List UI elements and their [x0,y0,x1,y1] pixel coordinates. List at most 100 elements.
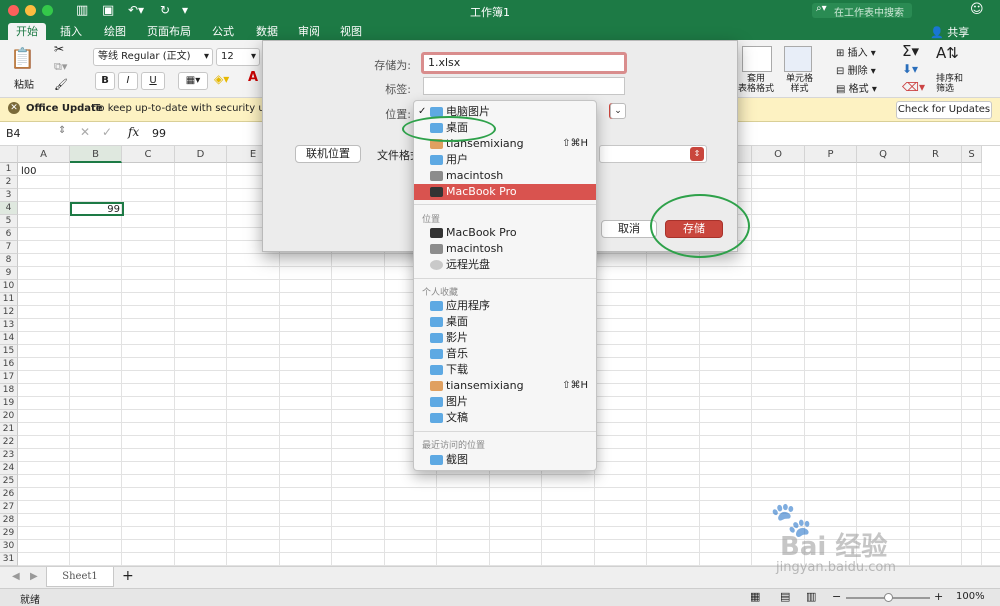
menu-item-downloads[interactable]: 下载 [414,362,596,378]
insert-cells-button[interactable]: ⊞ 插入 ▾ [836,44,876,59]
row-header[interactable]: 1 [0,163,18,176]
confirm-entry-icon[interactable]: ✓ [102,125,112,139]
fill-color-icon[interactable]: ◈▾ [214,72,229,86]
customize-toolbar-icon[interactable]: ▾ [182,3,188,17]
row-header[interactable]: 2 [0,176,18,189]
row-header[interactable]: 21 [0,423,18,436]
prev-sheet-icon[interactable]: ◀ [12,571,20,582]
menu-item-music[interactable]: 音乐 [414,346,596,362]
online-locations-button[interactable]: 联机位置 [295,145,361,163]
underline-button[interactable]: U [141,72,165,90]
table-format-label[interactable]: 套用 表格格式 [738,74,774,94]
formula-input[interactable]: 99 [152,127,166,140]
autosum-icon[interactable]: Σ▾ [902,42,919,60]
redo-icon[interactable]: ↻ [160,3,170,17]
minimize-window-button[interactable] [25,5,36,16]
row-header[interactable]: 5 [0,215,18,228]
row-header[interactable]: 9 [0,267,18,280]
menu-item-macbook-pro-highlighted[interactable]: MacBook Pro [414,184,596,200]
row-header[interactable]: 25 [0,475,18,488]
function-icon[interactable]: fx [128,125,139,139]
menu-item-movies[interactable]: 影片 [414,330,596,346]
check-updates-button[interactable]: Check for Updates [896,101,992,119]
table-format-icon[interactable] [742,46,772,72]
column-header[interactable]: P [805,146,857,163]
row-header[interactable]: 27 [0,501,18,514]
sort-filter-label[interactable]: 排序和 筛选 [936,74,963,94]
format-painter-icon[interactable]: 🖌 [54,78,68,91]
font-size-select[interactable]: 12 ▾ [216,48,260,66]
cut-icon[interactable]: ✂ [54,42,64,56]
paste-icon[interactable]: 📋 [10,46,35,70]
cancel-button[interactable]: 取消 [601,220,657,238]
row-header[interactable]: 29 [0,527,18,540]
selected-cell-B4[interactable]: 99 [70,202,124,216]
tab-formulas[interactable]: 公式 [204,23,242,40]
row-header[interactable]: 16 [0,358,18,371]
cell-style-icon[interactable] [784,46,812,72]
row-header[interactable]: 28 [0,514,18,527]
menu-item-documents[interactable]: 文稿 [414,410,596,426]
row-header[interactable]: 11 [0,293,18,306]
next-sheet-icon[interactable]: ▶ [30,571,38,582]
zoom-out-icon[interactable]: − [832,590,841,603]
search-box[interactable]: ⌕▾ 在工作表中搜索 [812,3,912,19]
copy-icon[interactable]: ⧉▾ [54,60,67,74]
row-header[interactable]: 23 [0,449,18,462]
normal-view-icon[interactable]: ▦ [750,590,760,603]
italic-button[interactable]: I [118,72,138,90]
column-header[interactable]: O [752,146,805,163]
tab-insert[interactable]: 插入 [52,23,90,40]
row-header[interactable]: 4 [0,202,18,215]
borders-button[interactable]: ▦▾ [178,72,208,90]
column-header[interactable]: B [70,146,122,163]
row-header[interactable]: 13 [0,319,18,332]
font-color-icon[interactable]: A [248,70,258,85]
tab-review[interactable]: 审阅 [290,23,328,40]
row-header[interactable]: 12 [0,306,18,319]
zoom-in-icon[interactable]: + [934,590,943,603]
filename-input[interactable]: 1.xlsx [421,52,627,74]
undo-icon[interactable]: ↶▾ [128,3,144,17]
zoom-slider-thumb[interactable] [884,593,893,602]
column-header[interactable]: D [175,146,227,163]
row-header[interactable]: 15 [0,345,18,358]
smiley-icon[interactable]: ☺ [970,2,984,17]
format-cells-button[interactable]: ▤ 格式 ▾ [836,80,877,95]
menu-item-device-macintosh[interactable]: macintosh [414,241,596,257]
column-header[interactable]: Q [857,146,910,163]
column-header[interactable]: S [962,146,982,163]
save-icon[interactable]: ▣ [102,3,114,18]
sidebar-toggle-icon[interactable]: ▥ [76,3,88,18]
select-all-corner[interactable] [0,146,18,163]
tab-page-layout[interactable]: 页面布局 [140,23,198,40]
menu-item-screenshots[interactable]: 截图 [414,452,596,468]
tab-home[interactable]: 开始 [8,23,46,40]
column-header[interactable]: A [18,146,70,163]
row-header[interactable]: 17 [0,371,18,384]
name-box-stepper-icon[interactable]: ⇕ [58,125,66,136]
menu-item-remote-disc[interactable]: 远程光盘 [414,257,596,273]
location-menu[interactable]: ✓ 电脑图片 桌面 tiansemixiang ⇧⌘H 用户 macintosh… [413,100,597,471]
tab-data[interactable]: 数据 [248,23,286,40]
page-layout-view-icon[interactable]: ▤ [780,590,790,603]
row-header[interactable]: 26 [0,488,18,501]
share-button[interactable]: 👤 共享 [930,24,969,40]
column-header[interactable]: R [910,146,962,163]
dismiss-icon[interactable]: ✕ [8,102,20,114]
menu-item-fav-pictures[interactable]: 图片 [414,394,596,410]
expand-chevron-icon[interactable]: ⌄ [610,103,626,119]
fill-down-icon[interactable]: ⬇▾ [902,62,918,76]
zoom-slider[interactable] [846,593,930,602]
cell-A1[interactable]: l00 [21,166,37,177]
page-break-view-icon[interactable]: ▥ [806,590,816,603]
row-header[interactable]: 18 [0,384,18,397]
name-box[interactable]: B4 [6,127,21,140]
row-header[interactable]: 24 [0,462,18,475]
row-header[interactable]: 30 [0,540,18,553]
row-header[interactable]: 10 [0,280,18,293]
row-header[interactable]: 8 [0,254,18,267]
clear-icon[interactable]: ⌫▾ [902,80,925,94]
row-header[interactable]: 19 [0,397,18,410]
column-header[interactable]: C [122,146,175,163]
